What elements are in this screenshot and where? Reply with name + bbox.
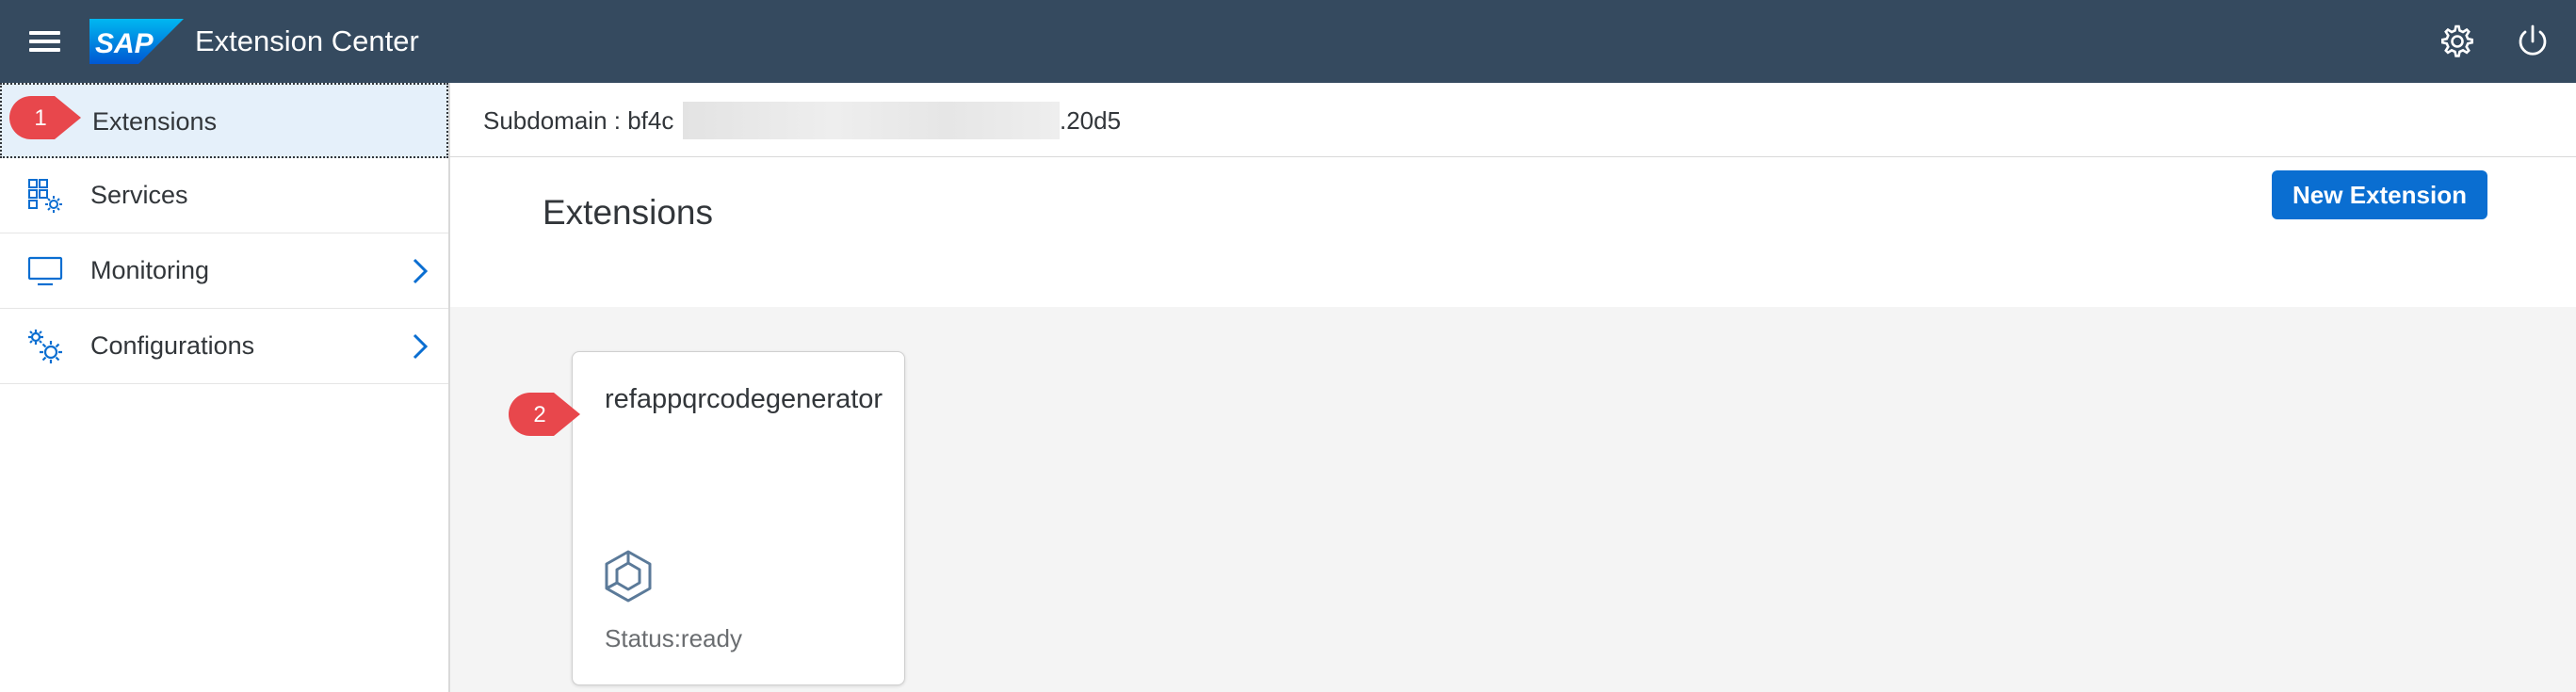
power-icon[interactable] xyxy=(2514,23,2552,60)
extension-status: Status:ready xyxy=(605,624,742,652)
subdomain-bar: Subdomain : bf4c .20d5 xyxy=(450,83,2576,157)
page-title: Extensions xyxy=(543,193,713,232)
services-grid-icon xyxy=(28,179,62,213)
svg-text:2: 2 xyxy=(533,402,545,427)
sidebar-item-configurations[interactable]: Configurations xyxy=(0,309,448,384)
redacted-subdomain xyxy=(683,102,1060,139)
side-navigation: Extensions Services Monitoring Configura… xyxy=(0,83,450,692)
callout-marker-1: 1 xyxy=(9,96,81,139)
sidebar-item-services[interactable]: Services xyxy=(0,158,448,233)
page-header: Extensions New Extension xyxy=(450,158,2576,307)
menu-icon[interactable] xyxy=(26,24,64,58)
gears-icon xyxy=(28,330,62,363)
sidebar-item-label: Monitoring xyxy=(90,256,210,284)
subdomain-label: Subdomain : bf4c xyxy=(483,106,674,135)
sidebar-item-label: Services xyxy=(90,181,188,209)
subdomain-suffix: .20d5 xyxy=(1060,106,1122,135)
sap-logo: SAP xyxy=(89,19,184,64)
chevron-right-icon xyxy=(413,333,429,360)
sidebar-item-label: Extensions xyxy=(92,107,218,136)
app-title: Extension Center xyxy=(195,24,419,57)
extension-tile[interactable]: refappqrcodegenerator Status:ready xyxy=(572,351,905,685)
monitor-icon xyxy=(27,256,63,286)
extension-tile-title: refappqrcodegenerator xyxy=(605,384,883,414)
callout-marker-2: 2 xyxy=(509,393,580,436)
sidebar-item-label: Configurations xyxy=(90,331,255,360)
new-extension-button[interactable]: New Extension xyxy=(2272,170,2487,219)
settings-icon[interactable] xyxy=(2438,23,2476,60)
chevron-right-icon xyxy=(413,258,429,284)
extensions-content: refappqrcodegenerator Status:ready xyxy=(450,307,2576,692)
svg-text:SAP: SAP xyxy=(95,28,154,59)
sidebar-item-monitoring[interactable]: Monitoring xyxy=(0,233,448,309)
svg-text:1: 1 xyxy=(34,105,46,131)
shell-bar: SAP Extension Center xyxy=(0,0,2576,83)
cube-icon xyxy=(605,550,652,603)
